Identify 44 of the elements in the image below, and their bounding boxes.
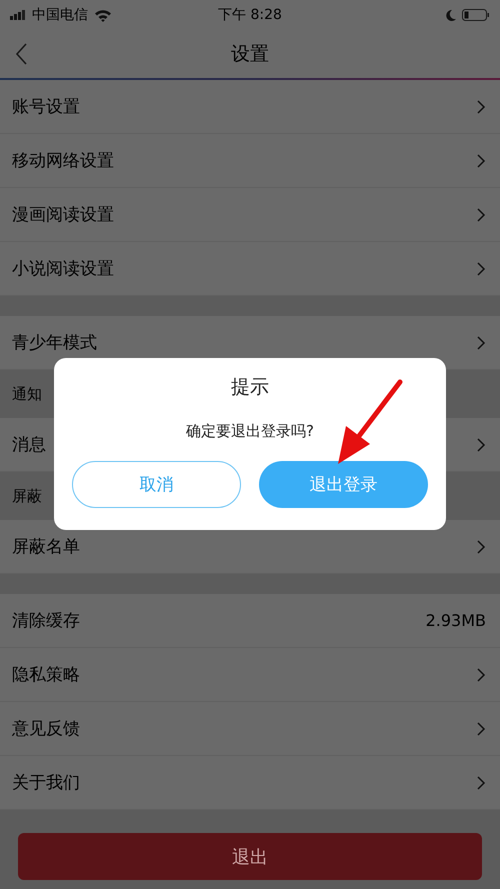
chevron-right-icon xyxy=(476,720,486,736)
chevron-right-icon xyxy=(476,666,486,682)
chevron-right-icon xyxy=(476,260,486,276)
settings-row[interactable]: 漫画阅读设置 xyxy=(0,188,500,242)
row-label: 账号设置 xyxy=(12,96,80,118)
row-label: 意见反馈 xyxy=(12,718,80,740)
battery-icon xyxy=(462,9,490,21)
settings-row[interactable]: 关于我们 xyxy=(0,756,500,810)
signal-icon xyxy=(10,10,26,20)
carrier-name: 中国电信 xyxy=(32,6,88,24)
row-label: 漫画阅读设置 xyxy=(12,204,114,226)
row-label: 隐私策略 xyxy=(12,664,80,686)
wifi-icon xyxy=(94,8,112,22)
page-title: 设置 xyxy=(231,42,269,67)
row-label: 小说阅读设置 xyxy=(12,258,114,280)
section-header: 通知 xyxy=(12,384,42,404)
chevron-right-icon xyxy=(476,206,486,222)
chevron-right-icon xyxy=(476,774,486,790)
chevron-right-icon xyxy=(476,98,486,114)
chevron-right-icon xyxy=(476,152,486,168)
row-value: 2.93MB xyxy=(426,611,486,630)
settings-row[interactable]: 小说阅读设置 xyxy=(0,242,500,296)
settings-row[interactable]: 账号设置 xyxy=(0,80,500,134)
status-time: 下午 8:28 xyxy=(218,6,282,24)
row-label: 清除缓存 xyxy=(12,610,80,632)
logout-button[interactable]: 退出 xyxy=(18,833,482,880)
section-header: 屏蔽 xyxy=(12,486,42,506)
cancel-button[interactable]: 取消 xyxy=(72,461,241,508)
dialog-title: 提示 xyxy=(231,375,269,400)
settings-row[interactable]: 意见反馈 xyxy=(0,702,500,756)
settings-row[interactable]: 移动网络设置 xyxy=(0,134,500,188)
confirm-logout-button[interactable]: 退出登录 xyxy=(259,461,428,508)
chevron-right-icon xyxy=(476,436,486,452)
row-label: 屏蔽名单 xyxy=(12,536,80,558)
settings-row[interactable]: 清除缓存 2.93MB xyxy=(0,594,500,648)
row-label: 消息 xyxy=(12,434,46,456)
dialog-message: 确定要退出登录吗? xyxy=(186,422,314,441)
row-label: 关于我们 xyxy=(12,772,80,794)
chevron-right-icon xyxy=(476,538,486,554)
moon-icon xyxy=(446,10,456,20)
row-label: 青少年模式 xyxy=(12,332,97,354)
chevron-right-icon xyxy=(476,334,486,350)
settings-row[interactable]: 隐私策略 xyxy=(0,648,500,702)
row-label: 移动网络设置 xyxy=(12,150,114,172)
